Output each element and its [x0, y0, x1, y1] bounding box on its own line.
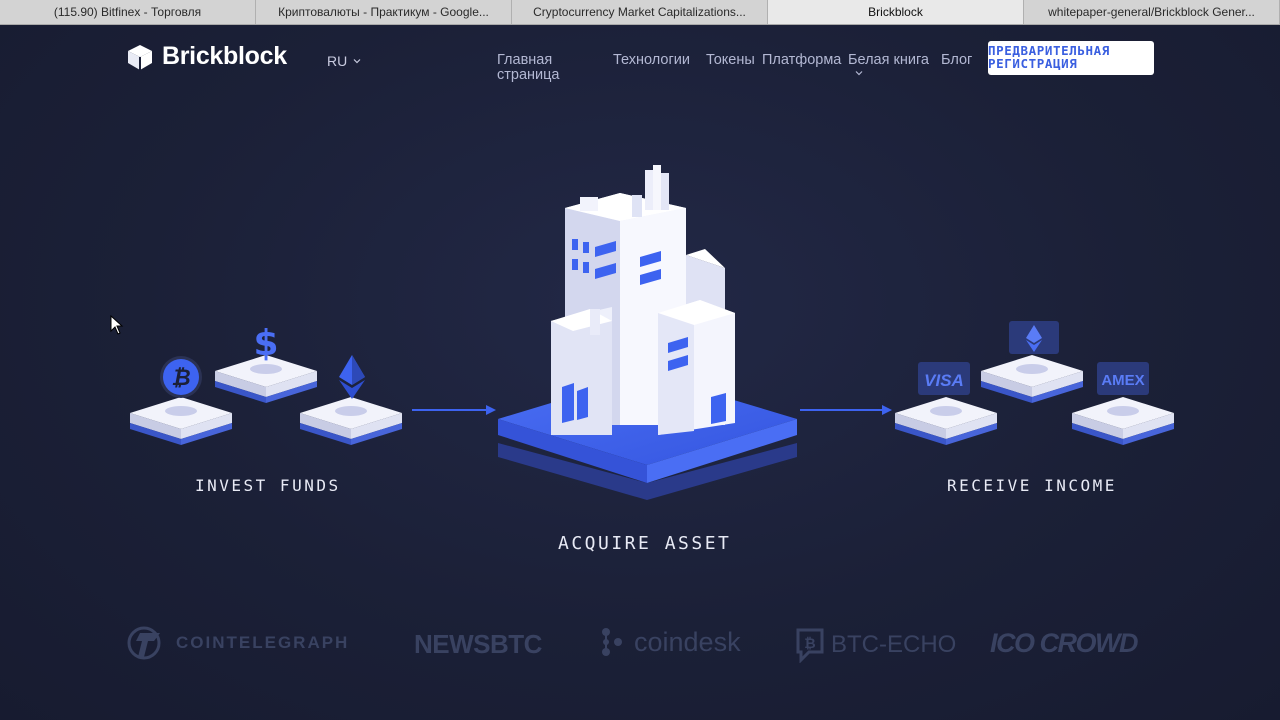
building-illustration	[551, 165, 735, 435]
btc-echo-icon: ₿	[796, 628, 824, 663]
investment-flow-illustration: ₿ $ VISA AMEX	[130, 165, 1174, 500]
mouse-cursor-icon	[110, 315, 124, 335]
invest-tile	[300, 397, 402, 445]
income-tile	[1072, 397, 1174, 445]
svg-text:₿: ₿	[804, 636, 815, 652]
press-logo-coindesk[interactable]: coindesk	[600, 626, 741, 658]
ethereum-icon	[339, 355, 365, 399]
invest-funds-label: INVEST FUNDS	[195, 476, 341, 495]
press-logo-newsbtc[interactable]: NEWSBTC	[414, 629, 542, 660]
press-name: ICO CROWD	[990, 628, 1138, 658]
press-name: BTC-ECHO	[831, 631, 957, 658]
browser-tab[interactable]: Cryptocurrency Market Capitalizations...	[512, 0, 768, 24]
income-tile	[895, 397, 997, 445]
ethereum-icon	[1009, 321, 1059, 354]
page-content: Brickblock RU Главная страница Технологи…	[0, 25, 1280, 720]
income-tile	[981, 355, 1083, 403]
cointelegraph-icon	[127, 626, 161, 660]
invest-tile	[130, 397, 232, 445]
visa-label: VISA	[924, 371, 964, 390]
browser-tab[interactable]: Криптовалюты - Практикум - Google...	[256, 0, 512, 24]
press-logo-icocrowd[interactable]: ICO CROWD	[990, 628, 1138, 659]
arrow-asset-to-income	[800, 405, 892, 415]
press-name: COINTELEGRAPH	[176, 633, 350, 652]
press-logo-btc-echo[interactable]: ₿ BTC-ECHO	[795, 627, 956, 663]
press-name: NEWSBTC	[414, 629, 542, 659]
svg-text:₿: ₿	[171, 366, 190, 391]
visa-card-icon: VISA	[918, 362, 970, 395]
acquire-asset-label: ACQUIRE ASSET	[558, 533, 732, 554]
press-name: coindesk	[634, 626, 741, 657]
dollar-icon: $	[253, 323, 278, 364]
browser-tab[interactable]: (115.90) Bitfinex - Торговля	[0, 0, 256, 24]
browser-tab-bar: (115.90) Bitfinex - Торговля Криптовалют…	[0, 0, 1280, 25]
amex-card-icon: AMEX	[1097, 362, 1149, 395]
coindesk-icon	[602, 628, 622, 656]
svg-text:$: $	[253, 323, 278, 364]
receive-income-label: RECEIVE INCOME	[947, 476, 1117, 495]
browser-tab-active[interactable]: Brickblock	[768, 0, 1024, 24]
amex-label: AMEX	[1101, 372, 1144, 389]
arrow-invest-to-asset	[412, 405, 496, 415]
press-logo-cointelegraph[interactable]: COINTELEGRAPH	[126, 623, 349, 663]
browser-tab[interactable]: whitepaper-general/Brickblock Gener...	[1024, 0, 1280, 24]
bitcoin-icon: ₿	[160, 356, 202, 398]
